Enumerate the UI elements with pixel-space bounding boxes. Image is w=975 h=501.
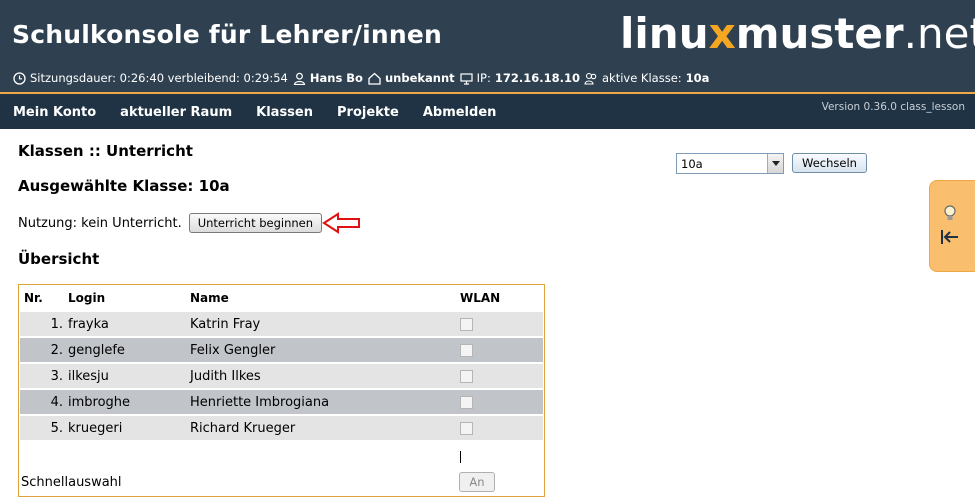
student-table: Nr. Login Name WLAN 1. frayka Katrin Fra… xyxy=(20,286,543,442)
version-info: Version 0.36.0 class_lesson xyxy=(821,101,965,113)
wlan-checkbox[interactable] xyxy=(460,369,473,383)
page-title: Klassen :: Unterricht xyxy=(18,142,193,160)
usage-row: Nutzung: kein Unterricht. Unterricht beg… xyxy=(18,213,323,233)
col-wlan: WLAN xyxy=(456,288,543,310)
row-nr: 1. xyxy=(20,312,64,336)
red-arrow-icon xyxy=(322,211,362,239)
row-name: Judith Ilkes xyxy=(186,364,456,388)
current-room: unbekannt xyxy=(384,71,455,85)
row-nr: 5. xyxy=(20,416,64,440)
col-nr: Nr. xyxy=(20,288,64,310)
row-name: Henriette Imbrogiana xyxy=(186,390,456,414)
col-login: Login xyxy=(64,288,186,310)
table-row: 3. ilkesju Judith Ilkes xyxy=(20,364,543,388)
wlan-cell xyxy=(456,312,543,336)
lightbulb-icon xyxy=(943,205,957,227)
nav-projekte[interactable]: Projekte xyxy=(337,105,399,120)
class-select-value: 10a xyxy=(681,157,703,171)
nav-mein-konto[interactable]: Mein Konto xyxy=(13,105,96,120)
quick-select-label: Schnellauswahl xyxy=(21,475,122,490)
chevron-down-icon[interactable] xyxy=(767,154,783,173)
wlan-cell xyxy=(456,416,543,440)
wlan-cell xyxy=(456,390,543,414)
main-nav: Mein Konto aktueller Raum Klassen Projek… xyxy=(0,92,975,129)
app-title: Schulkonsole für Lehrer/innen xyxy=(12,20,443,49)
table-row: 5. kruegeri Richard Krueger xyxy=(20,416,543,440)
row-name: Richard Krueger xyxy=(186,416,456,440)
session-timer: Sitzungsdauer: 0:26:40 verbleibend: 0:29… xyxy=(30,71,288,85)
ip-label: IP: xyxy=(476,71,491,85)
row-login: ilkesju xyxy=(64,364,186,388)
usage-status: Nutzung: kein Unterricht. xyxy=(18,215,182,231)
side-help-tab[interactable] xyxy=(929,180,975,272)
wlan-cell xyxy=(456,364,543,388)
wlan-checkbox[interactable] xyxy=(460,395,473,409)
text-cursor xyxy=(460,451,461,463)
row-login: kruegeri xyxy=(64,416,186,440)
active-class: 10a xyxy=(685,71,710,85)
selected-class-heading: Ausgewählte Klasse: 10a xyxy=(18,177,230,195)
row-nr: 3. xyxy=(20,364,64,388)
linuxmuster-logo: linuxmuster.net xyxy=(620,9,975,58)
clock-icon xyxy=(12,71,27,86)
nav-aktueller-raum[interactable]: aktueller Raum xyxy=(120,105,232,120)
col-name: Name xyxy=(186,288,456,310)
class-select[interactable]: 10a xyxy=(676,153,784,174)
computer-icon xyxy=(459,71,474,86)
ip-address: 172.16.18.10 xyxy=(494,71,580,85)
start-lesson-button[interactable]: Unterricht beginnen xyxy=(188,213,323,233)
row-name: Katrin Fray xyxy=(186,312,456,336)
current-user: Hans Bo xyxy=(309,71,363,85)
row-name: Felix Gengler xyxy=(186,338,456,362)
switch-class-button[interactable]: Wechseln xyxy=(792,153,867,173)
wlan-cell xyxy=(456,338,543,362)
row-login: frayka xyxy=(64,312,186,336)
wlan-checkbox[interactable] xyxy=(460,317,473,331)
nav-abmelden[interactable]: Abmelden xyxy=(423,105,497,120)
header: Schulkonsole für Lehrer/innen linuxmuste… xyxy=(0,0,975,92)
table-row: 4. imbroghe Henriette Imbrogiana xyxy=(20,390,543,414)
row-nr: 4. xyxy=(20,390,64,414)
row-nr: 2. xyxy=(20,338,64,362)
student-table-panel: Nr. Login Name WLAN 1. frayka Katrin Fra… xyxy=(18,284,545,497)
table-row: 2. genglefe Felix Gengler xyxy=(20,338,543,362)
overview-heading: Übersicht xyxy=(18,250,100,268)
quick-select-on-button[interactable]: An xyxy=(459,472,495,492)
nav-klassen[interactable]: Klassen xyxy=(256,105,313,120)
wlan-checkbox[interactable] xyxy=(460,343,473,357)
row-login: imbroghe xyxy=(64,390,186,414)
group-icon xyxy=(584,71,599,86)
row-login: genglefe xyxy=(64,338,186,362)
collapse-left-icon[interactable] xyxy=(940,228,960,250)
table-row: 1. frayka Katrin Fray xyxy=(20,312,543,336)
active-class-label: aktive Klasse: xyxy=(601,71,682,85)
home-icon xyxy=(367,71,382,86)
status-row: Sitzungsdauer: 0:26:40 verbleibend: 0:29… xyxy=(12,69,709,87)
wlan-checkbox[interactable] xyxy=(460,421,473,435)
user-icon xyxy=(292,71,307,86)
